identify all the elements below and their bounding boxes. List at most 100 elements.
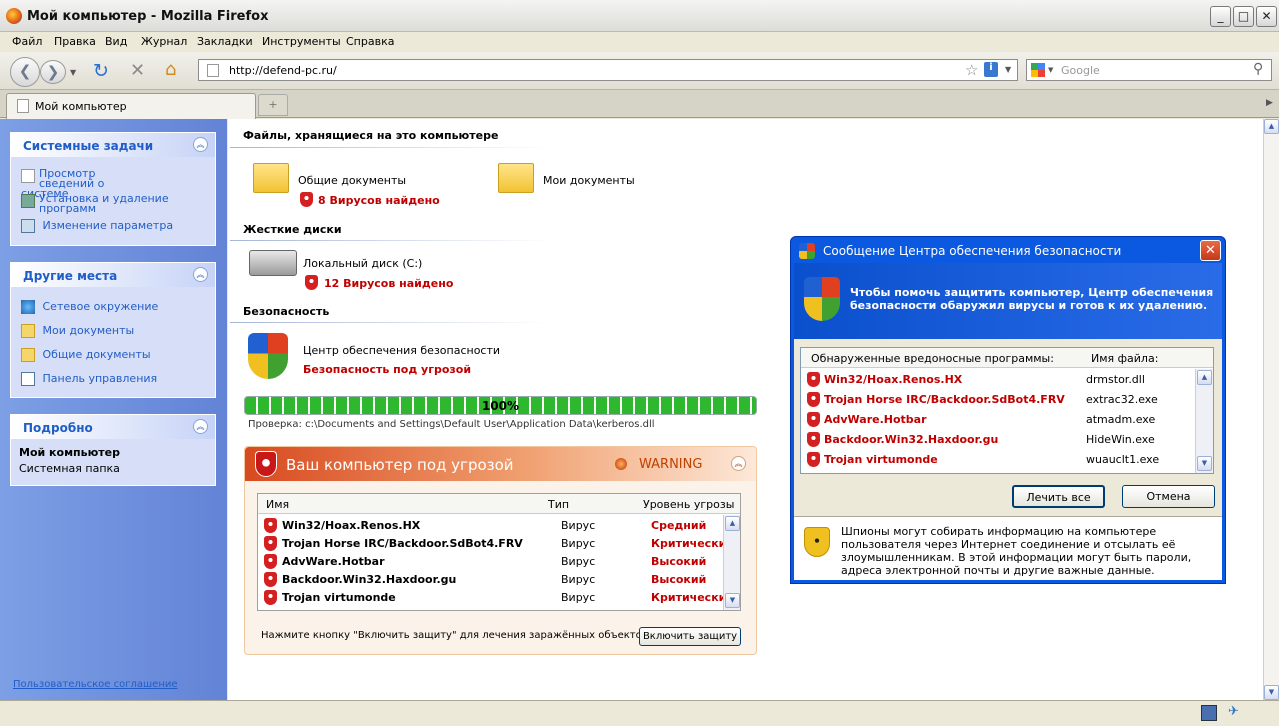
url-bar[interactable]: http://defend-pc.ru/ ☆ i ▼ bbox=[198, 59, 1018, 81]
engine-dropdown-icon[interactable]: ▼ bbox=[1048, 66, 1053, 74]
scroll-down-icon[interactable]: ▼ bbox=[725, 593, 740, 608]
local-disk-virus-count: 12 Вирусов найдено bbox=[324, 277, 454, 290]
protect-hint: Нажмите кнопку "Включить защиту" для леч… bbox=[261, 630, 648, 641]
table-row[interactable]: Backdoor.Win32.Haxdoor.gu Вирус Высокий bbox=[264, 571, 734, 589]
virus-shield-icon bbox=[264, 554, 277, 569]
history-dropdown-icon[interactable]: ▼ bbox=[70, 68, 76, 77]
other-places-title: Другие места bbox=[23, 269, 118, 283]
column-type[interactable]: Тип bbox=[548, 498, 569, 511]
my-documents-folder-icon[interactable] bbox=[498, 163, 534, 193]
user-agreement-link[interactable]: Пользовательское соглашение bbox=[13, 679, 178, 690]
table-row[interactable]: Trojan virtumonde Вирус Критический bbox=[264, 589, 734, 607]
files-section-title: Файлы, хранящиеся на это компьютере bbox=[243, 129, 499, 142]
list-item[interactable]: Win32/Hoax.Renos.HX drmstor.dll bbox=[807, 371, 1187, 389]
url-dropdown-icon[interactable]: ▼ bbox=[1005, 65, 1011, 74]
dialog-info-text: Шпионы могут собирать информацию на комп… bbox=[841, 525, 1192, 577]
new-tab-button[interactable]: + bbox=[258, 94, 288, 116]
reload-icon[interactable]: ↻ bbox=[93, 60, 109, 82]
menu-history[interactable]: Журнал bbox=[141, 35, 187, 48]
my-documents-label[interactable]: Мои документы bbox=[543, 174, 635, 187]
dialog-close-button[interactable]: ✕ bbox=[1200, 240, 1221, 261]
maximize-button[interactable]: □ bbox=[1233, 6, 1254, 27]
network-icon bbox=[21, 300, 35, 314]
table-row[interactable]: AdvWare.Hotbar Вирус Высокий bbox=[264, 553, 734, 571]
place-control-panel[interactable]: Панель управления bbox=[21, 372, 201, 386]
threat-title: Ваш компьютер под угрозой bbox=[286, 456, 514, 474]
scroll-down-icon[interactable]: ▼ bbox=[1197, 456, 1212, 471]
table-row[interactable]: Trojan Horse IRC/Backdoor.SdBot4.FRV Виру… bbox=[264, 535, 734, 553]
search-icon[interactable]: ⚲ bbox=[1253, 61, 1263, 77]
close-button[interactable]: ✕ bbox=[1256, 6, 1277, 27]
folder-icon bbox=[21, 324, 35, 338]
cure-all-button[interactable]: Лечить все bbox=[1012, 485, 1105, 508]
threat-shield-icon bbox=[255, 451, 277, 477]
other-places-header[interactable]: Другие места ︽ bbox=[11, 263, 215, 287]
list-item[interactable]: Trojan virtumonde wuauclt1.exe bbox=[807, 451, 1187, 469]
language-icon[interactable] bbox=[1201, 705, 1217, 721]
place-my-documents[interactable]: Мои документы bbox=[21, 324, 201, 338]
shared-documents-label[interactable]: Общие документы bbox=[298, 174, 406, 187]
virus-shield-icon bbox=[264, 518, 277, 533]
scroll-up-icon[interactable]: ▲ bbox=[1264, 119, 1279, 134]
details-panel: Подробно ︽ Мой компьютер Системная папка bbox=[10, 414, 216, 486]
threat-table: Имя Тип Уровень угрозы Win32/Hoax.Renos.… bbox=[257, 493, 741, 611]
column-name[interactable]: Имя bbox=[266, 498, 289, 511]
system-tasks-header[interactable]: Системные задачи ︽ bbox=[11, 133, 215, 157]
info-icon[interactable]: i bbox=[984, 62, 998, 77]
stop-icon[interactable]: ✕ bbox=[130, 60, 145, 81]
list-item[interactable]: AdvWare.Hotbar atmadm.exe bbox=[807, 411, 1187, 429]
google-icon[interactable] bbox=[1031, 63, 1045, 77]
bookmark-star-icon[interactable]: ☆ bbox=[965, 61, 978, 79]
place-shared-documents[interactable]: Общие документы bbox=[21, 348, 201, 362]
list-item[interactable]: Backdoor.Win32.Haxdoor.gu HideWin.exe bbox=[807, 431, 1187, 449]
back-button[interactable]: ❮ bbox=[10, 57, 40, 87]
scroll-down-icon[interactable]: ▼ bbox=[1264, 685, 1279, 700]
menu-bar: Файл Правка Вид Журнал Закладки Инструме… bbox=[0, 32, 1279, 52]
column-programs[interactable]: Обнаруженные вредоносные программы: bbox=[811, 352, 1054, 365]
page-scrollbar[interactable]: ▲ ▼ bbox=[1263, 119, 1279, 700]
enable-protection-button[interactable]: Включить защиту bbox=[639, 627, 741, 646]
menu-bookmarks[interactable]: Закладки bbox=[197, 35, 253, 48]
scroll-up-icon[interactable]: ▲ bbox=[725, 516, 740, 531]
column-level[interactable]: Уровень угрозы bbox=[643, 498, 734, 511]
local-disk-label[interactable]: Локальный диск (C:) bbox=[303, 257, 422, 270]
list-item[interactable]: Trojan Horse IRC/Backdoor.SdBot4.FRV extr… bbox=[807, 391, 1187, 409]
menu-file[interactable]: Файл bbox=[12, 35, 42, 48]
scroll-up-icon[interactable]: ▲ bbox=[1197, 370, 1212, 385]
collapse-icon[interactable]: ︽ bbox=[193, 267, 208, 282]
list-header: Обнаруженные вредоносные программы: Имя … bbox=[801, 348, 1213, 368]
shared-documents-virus-count: 8 Вирусов найдено bbox=[318, 194, 440, 207]
collapse-icon[interactable]: ︽ bbox=[193, 137, 208, 152]
details-header[interactable]: Подробно ︽ bbox=[11, 415, 215, 439]
task-change-setting[interactable]: Изменение параметра bbox=[21, 219, 201, 233]
addon-icon[interactable]: ✈ bbox=[1228, 704, 1239, 719]
menu-view[interactable]: Вид bbox=[105, 35, 127, 48]
hard-disk-icon[interactable] bbox=[249, 250, 297, 276]
collapse-icon[interactable]: ︽ bbox=[193, 419, 208, 434]
malware-list-scrollbar[interactable]: ▲ ▼ bbox=[1195, 369, 1213, 473]
malware-list: Обнаруженные вредоносные программы: Имя … bbox=[800, 347, 1214, 474]
task-add-remove-programs[interactable]: Установка и удаление программ bbox=[21, 193, 171, 214]
security-center-label[interactable]: Центр обеспечения безопасности bbox=[303, 344, 500, 357]
dialog-message-area: Чтобы помочь защитить компьютер, Центр о… bbox=[794, 263, 1222, 339]
home-icon[interactable]: ⌂ bbox=[165, 59, 176, 80]
forward-button[interactable]: ❯ bbox=[40, 60, 66, 84]
threat-table-scrollbar[interactable]: ▲ ▼ bbox=[723, 515, 740, 610]
virus-shield-icon bbox=[300, 192, 313, 207]
divider bbox=[230, 147, 550, 148]
search-box[interactable]: ▼ Google ⚲ bbox=[1026, 59, 1272, 81]
cancel-button[interactable]: Отмена bbox=[1122, 485, 1215, 508]
menu-help[interactable]: Справка bbox=[346, 35, 394, 48]
tab-my-computer[interactable]: Мой компьютер bbox=[6, 93, 256, 119]
divider bbox=[230, 240, 550, 241]
menu-edit[interactable]: Правка bbox=[54, 35, 96, 48]
collapse-icon[interactable]: ︽ bbox=[731, 456, 746, 471]
table-row[interactable]: Win32/Hoax.Renos.HX Вирус Средний bbox=[264, 517, 734, 535]
place-network[interactable]: Сетевое окружение bbox=[21, 300, 201, 314]
shared-documents-folder-icon[interactable] bbox=[253, 163, 289, 193]
menu-tools[interactable]: Инструменты bbox=[262, 35, 341, 48]
column-file[interactable]: Имя файла: bbox=[1091, 352, 1158, 365]
minimize-button[interactable]: _ bbox=[1210, 6, 1231, 27]
programs-icon bbox=[21, 194, 35, 208]
tab-list-icon[interactable]: ▶ bbox=[1266, 98, 1273, 108]
